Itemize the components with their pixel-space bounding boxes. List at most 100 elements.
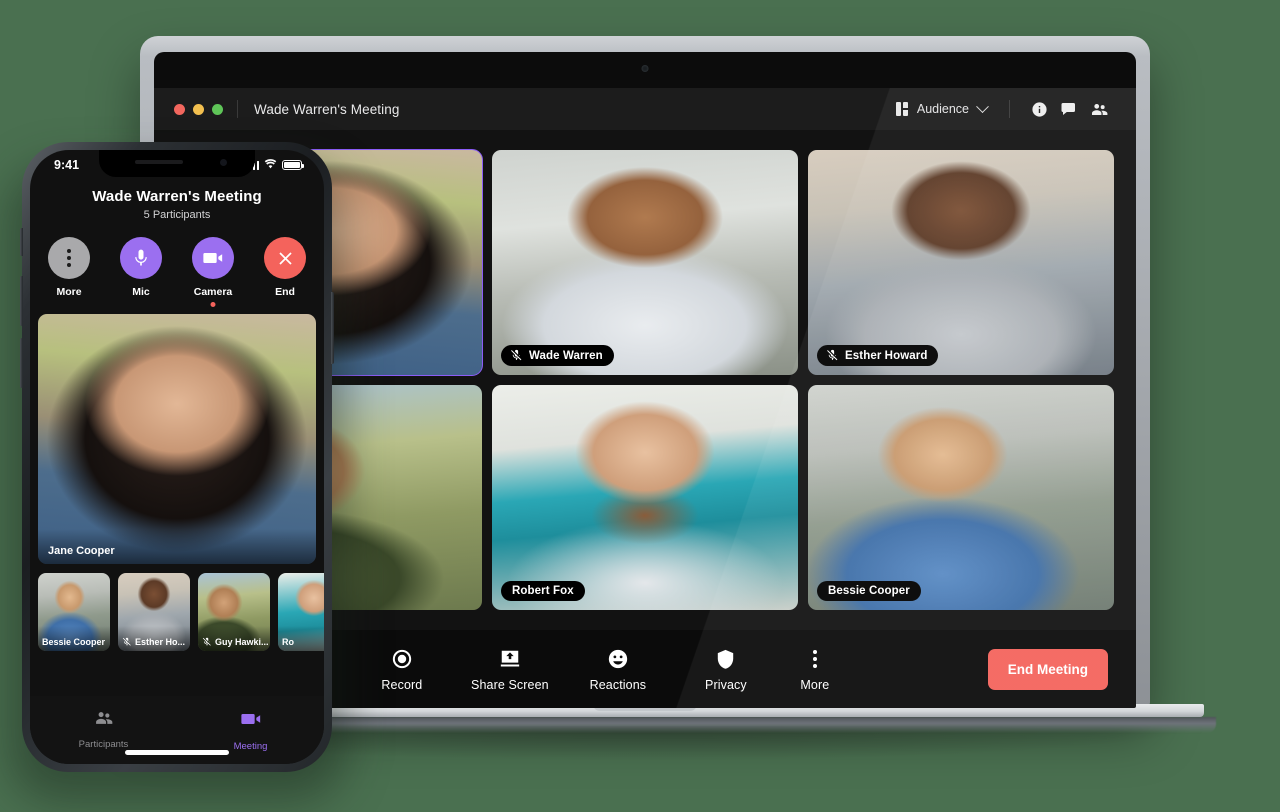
titlebar-actions: Audience — [888, 96, 1114, 122]
phone-control-label: Mic — [132, 286, 150, 298]
more-dots-icon — [48, 237, 90, 279]
phone-thumbnail-tile[interactable]: Ro — [278, 573, 324, 651]
window-traffic-lights — [174, 103, 223, 115]
participant-name-badge: Esther Howard — [817, 345, 939, 366]
reactions-icon — [607, 647, 629, 671]
layout-selector[interactable]: Audience — [888, 98, 995, 120]
video-tile[interactable]: Robert Fox — [492, 385, 798, 610]
laptop-bezel-top — [154, 52, 1136, 88]
phone-camera-button[interactable]: Camera — [187, 237, 239, 307]
close-window-button[interactable] — [174, 103, 185, 115]
phone-volume-down-button[interactable] — [20, 338, 23, 388]
phone-more-button[interactable]: More — [43, 237, 95, 298]
participants-icon — [1091, 103, 1107, 115]
home-indicator — [125, 750, 229, 755]
maximize-window-button[interactable] — [212, 103, 223, 115]
participant-name-badge: Robert Fox — [501, 581, 585, 601]
more-dots-icon — [812, 649, 817, 668]
more-dots-icon — [67, 249, 71, 267]
camera-icon — [240, 708, 262, 735]
participant-name: Ro — [282, 637, 294, 647]
participant-name: Wade Warren — [529, 349, 603, 362]
mic-muted-icon — [202, 637, 211, 646]
participant-name-badge: Bessie Cooper — [38, 626, 110, 651]
participant-video — [808, 150, 1114, 375]
chat-button[interactable] — [1054, 96, 1084, 122]
phone-control-label: More — [56, 286, 82, 298]
close-icon — [264, 237, 306, 279]
phone-call-controls: More Mic Camera End — [30, 223, 324, 307]
window-titlebar: Wade Warren's Meeting Audience — [154, 88, 1136, 130]
layout-icon — [895, 102, 908, 116]
participants-icon — [93, 708, 115, 733]
mic-muted-icon — [827, 349, 838, 361]
info-icon — [1031, 101, 1047, 117]
webcam-icon — [641, 65, 649, 72]
toolbar-share-screen-button[interactable]: Share Screen — [456, 647, 564, 692]
battery-icon — [282, 160, 304, 170]
phone-thumbnail-tile[interactable]: Bessie Cooper — [38, 573, 110, 651]
participant-name-badge: Ro — [278, 626, 324, 651]
share-screen-icon — [499, 647, 521, 671]
wifi-icon — [264, 156, 277, 174]
phone-mic-button[interactable]: Mic — [115, 237, 167, 298]
participant-name-badge: Bessie Cooper — [817, 581, 921, 601]
participant-name-badge: Guy Hawki... — [198, 626, 270, 651]
mic-muted-icon — [511, 349, 522, 361]
participant-video — [492, 385, 798, 610]
toolbar-privacy-button[interactable]: Privacy — [672, 647, 780, 692]
participant-name: Esther Ho... — [135, 637, 186, 647]
camera-icon — [192, 237, 234, 279]
mic-muted-icon — [122, 637, 131, 646]
more-dots-icon — [812, 647, 817, 671]
participant-video — [492, 150, 798, 375]
video-tile[interactable]: Wade Warren — [492, 150, 798, 375]
phone-notch — [99, 150, 255, 177]
phone-thumbnail-strip[interactable]: Bessie Cooper Esther Ho... Guy Hawki... Ro — [38, 573, 324, 651]
toolbar-reactions-button[interactable]: Reactions — [564, 647, 672, 692]
phone-tab-label: Meeting — [233, 741, 268, 752]
participant-name: Esther Howard — [845, 349, 928, 362]
minimize-window-button[interactable] — [193, 103, 204, 115]
phone-power-button[interactable] — [331, 292, 334, 364]
phone-participant-count: 5 Participants — [143, 209, 211, 221]
chevron-down-icon — [976, 99, 989, 113]
info-button[interactable] — [1024, 96, 1054, 122]
phone-main-speaker-tile[interactable]: Jane Cooper — [38, 314, 316, 564]
toolbar-more-button[interactable]: More — [780, 647, 850, 692]
chat-icon — [1061, 103, 1075, 115]
phone-screen: 9:41 Wade Warren's Meeting 5 Participant… — [30, 150, 324, 764]
shield-icon — [715, 647, 736, 671]
titlebar-divider — [237, 100, 238, 118]
phone-control-label: End — [275, 286, 295, 298]
video-tile[interactable]: Bessie Cooper — [808, 385, 1114, 610]
layout-selector-label: Audience — [916, 102, 969, 116]
phone-silent-switch[interactable] — [20, 228, 23, 256]
participants-button[interactable] — [1084, 96, 1114, 122]
phone-thumbnail-tile[interactable]: Esther Ho... — [118, 573, 190, 651]
titlebar-divider-2 — [1009, 100, 1010, 118]
phone-meeting-title: Wade Warren's Meeting — [92, 188, 262, 205]
participant-name: Robert Fox — [512, 585, 574, 597]
toolbar-action-label: Reactions — [589, 677, 647, 692]
toolbar-record-button[interactable]: Record — [348, 647, 456, 692]
participant-name-badge: Esther Ho... — [118, 626, 190, 651]
phone-main-speaker-name: Jane Cooper — [38, 529, 316, 564]
toolbar-action-label: More — [800, 677, 830, 692]
toolbar-action-label: Record — [381, 677, 423, 692]
earpiece-speaker-icon — [135, 160, 183, 164]
participant-name: Bessie Cooper — [42, 637, 106, 647]
mic-icon — [120, 237, 162, 279]
phone-volume-up-button[interactable] — [20, 276, 23, 326]
phone-end-button[interactable]: End — [259, 237, 311, 298]
camera-status-indicator — [210, 302, 216, 307]
front-camera-icon — [220, 159, 227, 166]
participant-name: Bessie Cooper — [828, 585, 910, 597]
record-icon — [391, 647, 413, 671]
window-title: Wade Warren's Meeting — [254, 101, 400, 117]
video-tile[interactable]: Esther Howard — [808, 150, 1114, 375]
phone-frame: 9:41 Wade Warren's Meeting 5 Participant… — [20, 142, 334, 772]
phone-meeting-header: Wade Warren's Meeting 5 Participants — [30, 180, 324, 223]
phone-thumbnail-tile[interactable]: Guy Hawki... — [198, 573, 270, 651]
end-meeting-button[interactable]: End Meeting — [987, 648, 1108, 690]
